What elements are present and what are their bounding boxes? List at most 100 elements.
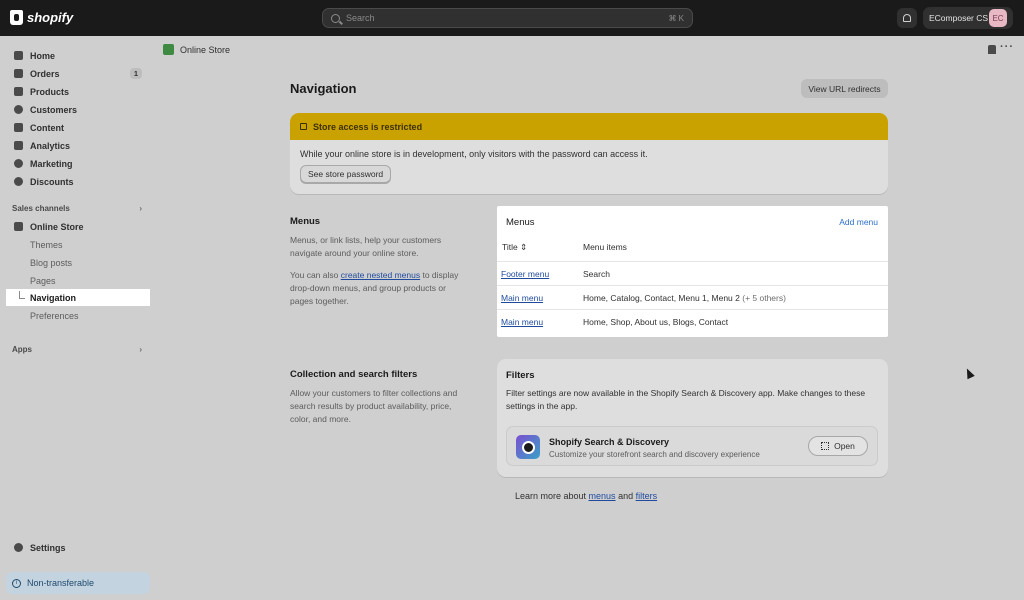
app-name: Shopify Search & Discovery xyxy=(549,437,670,447)
shopify-logo[interactable]: shopify xyxy=(10,10,73,25)
online-store-icon xyxy=(14,222,23,231)
filters-section-title: Collection and search filters xyxy=(290,369,418,380)
non-transferable-label: Non-transferable xyxy=(27,578,95,588)
menu-items-text: Home, Shop, About us, Blogs, Contact xyxy=(583,317,729,327)
app-desc: Customize your storefront search and dis… xyxy=(549,450,760,459)
filters-link[interactable]: filters xyxy=(636,491,658,501)
sidebar-item-settings[interactable]: Settings xyxy=(6,539,150,556)
view-url-redirects-button[interactable]: View URL redirects xyxy=(801,79,888,98)
sort-icon: ⇕ xyxy=(520,242,528,252)
notifications-button[interactable] xyxy=(897,8,917,28)
top-bar: shopify Search ⌘ K EComposer CS EC xyxy=(0,0,1024,36)
orders-count-badge: 1 xyxy=(129,68,142,79)
table-row[interactable]: Main menu Home, Shop, About us, Blogs, C… xyxy=(497,309,888,333)
online-store-icon xyxy=(163,44,174,55)
info-icon: i xyxy=(12,578,21,588)
search-discovery-app-row: Shopify Search & Discovery Customize you… xyxy=(506,426,878,466)
menu-title-link[interactable]: Main menu xyxy=(501,317,543,327)
sidebar-item-online-store[interactable]: Online Store xyxy=(6,218,150,235)
menu-title-link[interactable]: Footer menu xyxy=(501,269,549,279)
sidebar-item-analytics[interactable]: Analytics xyxy=(6,137,150,154)
sidebar-item-marketing[interactable]: Marketing xyxy=(6,155,150,172)
search-shortcut: ⌘ K xyxy=(668,13,684,23)
chevron-right-icon: › xyxy=(139,204,142,213)
sidebar-item-label: Marketing xyxy=(30,158,73,169)
sidebar-subitem-themes[interactable]: Themes xyxy=(6,236,150,253)
see-store-password-button[interactable]: See store password xyxy=(300,165,392,183)
title-column-header[interactable]: Title ⇕ xyxy=(502,242,527,253)
sidebar-item-label: Products xyxy=(30,86,70,97)
non-transferable-banner[interactable]: i Non-transferable xyxy=(6,572,150,594)
search-icon xyxy=(331,13,340,23)
store-restricted-banner: Store access is restricted While your on… xyxy=(290,113,888,194)
sidebar-item-products[interactable]: Products xyxy=(6,83,150,100)
lock-icon xyxy=(300,123,307,130)
shopping-bag-icon xyxy=(10,10,23,25)
add-menu-button[interactable]: Add menu xyxy=(839,217,878,227)
tag-icon xyxy=(14,87,23,96)
sidebar-item-discounts[interactable]: Discounts xyxy=(6,173,150,190)
person-icon xyxy=(14,105,23,114)
sidebar-item-orders[interactable]: Orders 1 xyxy=(6,65,150,82)
menu-items-text: Home, Catalog, Contact, Menu 1, Menu 2 (… xyxy=(583,293,786,303)
menu-items-column-header: Menu items xyxy=(583,242,627,252)
sidebar-item-label: Discounts xyxy=(30,176,74,187)
avatar: EC xyxy=(989,9,1007,27)
pin-icon[interactable] xyxy=(988,45,996,54)
apps-header[interactable]: Apps › xyxy=(12,345,142,354)
bell-icon xyxy=(903,14,911,22)
learn-more-text: Learn more about menus and filters xyxy=(515,491,658,501)
banner-title: Store access is restricted xyxy=(313,121,423,132)
home-icon xyxy=(14,51,23,60)
store-name: EComposer CS xyxy=(929,13,989,23)
menu-title-link[interactable]: Main menu xyxy=(501,293,543,303)
apps-grid-icon xyxy=(821,442,830,450)
page-title: Navigation xyxy=(290,81,357,96)
main-content: Online Store ··· Navigation View URL red… xyxy=(153,36,1024,600)
breadcrumb[interactable]: Online Store xyxy=(163,44,230,55)
sidebar-item-label: Settings xyxy=(30,542,66,553)
sidebar-item-label: Home xyxy=(30,50,56,61)
menus-section-desc-2: You can also create nested menus to disp… xyxy=(290,270,459,306)
filters-section-desc: Allow your customers to filter collectio… xyxy=(290,388,458,424)
brand-name: shopify xyxy=(27,10,74,25)
create-nested-menus-link[interactable]: create nested menus xyxy=(341,270,420,280)
menus-card: Menus Add menu Title ⇕ Menu items Footer… xyxy=(497,206,888,337)
banner-body: While your online store is in developmen… xyxy=(290,140,888,192)
sidebar-item-label: Customers xyxy=(30,104,78,115)
banner-header: Store access is restricted xyxy=(290,113,888,140)
bar-chart-icon xyxy=(14,141,23,150)
filters-card-title: Filters xyxy=(506,370,535,381)
menus-section-title: Menus xyxy=(290,216,321,227)
filters-card: Filters Filter settings are now availabl… xyxy=(497,359,888,477)
filters-card-desc: Filter settings are now available in the… xyxy=(506,388,866,411)
sidebar-item-customers[interactable]: Customers xyxy=(6,101,150,118)
search-discovery-app-icon xyxy=(516,435,540,459)
store-menu-button[interactable]: EComposer CS EC xyxy=(923,7,1013,29)
menu-items-text: Search xyxy=(583,269,610,279)
sidebar-item-label: Orders xyxy=(30,68,60,79)
sidebar-item-home[interactable]: Home xyxy=(6,47,150,64)
sales-channels-header[interactable]: Sales channels › xyxy=(12,204,142,213)
search-placeholder: Search xyxy=(346,13,375,23)
discount-icon xyxy=(14,177,23,186)
table-row[interactable]: Main menu Home, Catalog, Contact, Menu 1… xyxy=(497,285,888,309)
sidebar-item-content[interactable]: Content xyxy=(6,119,150,136)
content-icon xyxy=(14,123,23,132)
chevron-right-icon: › xyxy=(139,345,142,354)
more-options-icon[interactable]: ··· xyxy=(1000,41,1014,53)
gear-icon xyxy=(14,543,23,552)
sidebar-subitem-pages[interactable]: Pages xyxy=(6,272,150,289)
breadcrumb-label: Online Store xyxy=(180,44,231,55)
menus-link[interactable]: menus xyxy=(589,491,616,501)
sidebar-subitem-blog-posts[interactable]: Blog posts xyxy=(6,254,150,271)
open-app-button[interactable]: Open xyxy=(808,436,868,456)
sidebar: Home Orders 1 Products Customers Content … xyxy=(0,36,153,600)
menus-section-desc: Menus, or link lists, help your customer… xyxy=(290,235,442,258)
apps-label: Apps xyxy=(12,345,32,354)
table-row[interactable]: Footer menu Search xyxy=(497,261,888,285)
search-input[interactable]: Search ⌘ K xyxy=(322,8,693,28)
sidebar-subitem-preferences[interactable]: Preferences xyxy=(6,307,150,324)
target-icon xyxy=(14,159,23,168)
sidebar-subitem-navigation[interactable]: Navigation xyxy=(6,289,150,306)
